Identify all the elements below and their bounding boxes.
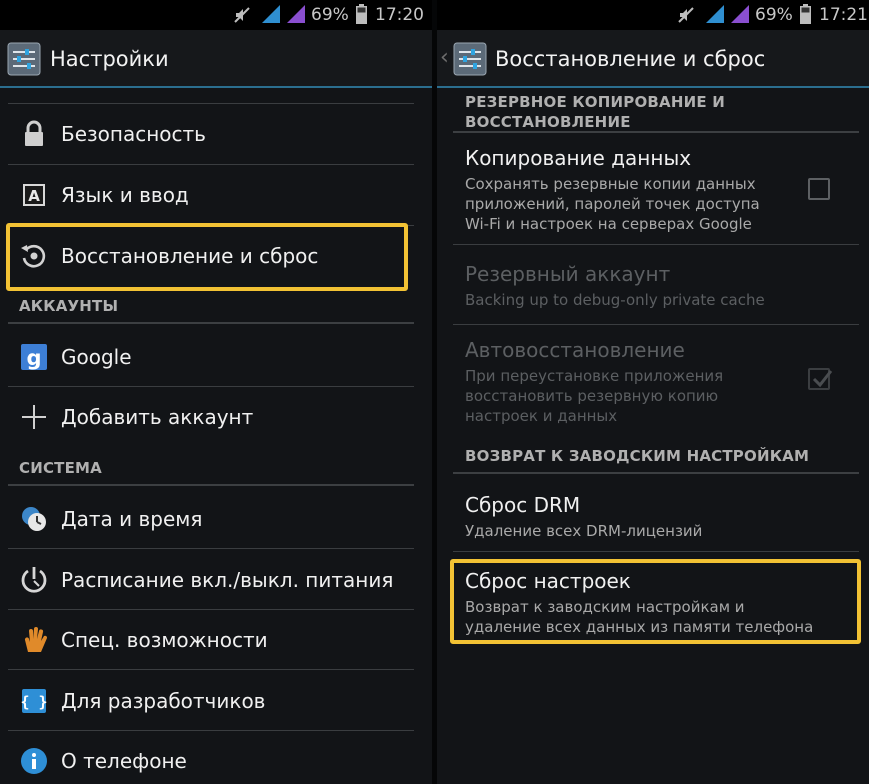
pref-title: Сброс DRM [465,493,581,517]
battery-icon [800,4,811,24]
pref-summary: Удаление всех DRM-лицензий [465,522,703,540]
section-header-backup: РЕЗЕРВНОЕ КОПИРОВАНИЕ И ВОССТАНОВЛЕНИЕ [465,92,725,132]
section-divider [453,472,859,474]
mute-icon [234,7,250,23]
section-header-accounts: АККАУНТЫ [19,297,119,315]
status-bar: 69% 17:20 [0,0,432,30]
menu-item-label: Язык и ввод [61,183,189,207]
signal-icon-sim1 [706,5,724,23]
summary-line: Сохранять резервные копии данных [465,175,756,193]
settings-app-icon[interactable] [7,42,41,76]
action-bar: ‹ Восстановление и сброс [437,30,869,88]
divider [8,609,414,610]
status-bar: 69% 17:21 [437,0,869,30]
battery-percent: 69% [311,5,349,25]
mute-icon [678,7,694,23]
auto-restore-checkbox [808,368,833,390]
menu-item-label: Безопасность [61,122,206,146]
divider [8,548,414,549]
battery-percent: 69% [755,5,793,25]
settings-app-icon[interactable] [453,42,487,76]
divider [8,386,414,387]
divider [453,244,859,245]
divider [453,324,859,325]
clock: 17:21 [819,5,868,25]
pref-summary: Сохранять резервные копии данных приложе… [465,174,760,234]
copy-data-checkbox[interactable] [808,178,830,200]
clock: 17:20 [375,5,424,25]
summary-line: Wi-Fi и настроек на серверах Google [465,215,752,233]
menu-item-label: Google [61,345,132,369]
clock-icon [22,507,46,531]
settings-screen: 69% 17:20 Настройки Безопасность A Язык … [0,0,432,784]
back-button[interactable]: ‹ [440,45,449,71]
backup-reset-screen: 69% 17:21 ‹ Восстановление и сброс РЕЗЕР… [437,0,869,784]
divider [453,551,859,552]
divider [8,103,414,104]
svg-text:A: A [28,187,40,205]
section-header-system: СИСТЕМА [19,459,102,477]
svg-text:g: g [26,346,41,370]
section-header-factory-reset: ВОЗВРАТ К ЗАВОДСКИМ НАСТРОЙКАМ [465,447,810,465]
summary-line: При переустановке приложения [465,367,724,385]
section-divider [8,322,414,324]
divider [8,669,414,670]
braces-icon: { } [20,689,48,713]
menu-item-label: Расписание вкл./выкл. питания [61,568,394,592]
section-header-line: ВОССТАНОВЛЕНИЕ [465,113,631,131]
pref-title: Резервный аккаунт [465,262,671,286]
power-schedule-icon [21,567,47,593]
pref-summary: При переустановке приложения восстановит… [465,366,723,426]
section-divider [453,131,859,133]
menu-item-label: Добавить аккаунт [61,405,254,429]
signal-icon-sim2 [287,5,305,23]
pref-title: Копирование данных [465,146,692,170]
keyboard-a-icon: A [23,184,45,206]
divider [8,164,414,165]
battery-icon [356,4,367,24]
summary-line: восстановить резервную копию [465,387,719,405]
pref-summary: Backing up to debug-only private cache [465,291,765,309]
signal-icon-sim2 [731,5,749,23]
info-icon [21,748,47,774]
hand-icon [24,627,48,652]
menu-item-label: О телефоне [61,749,187,773]
pref-title: Автовосстановление [465,338,685,362]
menu-item-label: Спец. возможности [61,628,268,652]
signal-icon-sim1 [262,5,280,23]
action-bar: Настройки [0,30,432,88]
svg-text:{ }: { } [20,693,47,711]
lock-icon [25,120,43,146]
section-header-line: РЕЗЕРВНОЕ КОПИРОВАНИЕ И [465,93,725,111]
google-g-icon: g [21,344,47,370]
summary-line: настроек и данных [465,407,618,425]
plus-icon [22,405,46,429]
menu-item-label: Дата и время [61,507,203,531]
menu-item-label: Для разработчиков [61,689,266,713]
page-title: Настройки [50,47,169,71]
checkmark-icon [812,370,833,388]
highlight-frame [450,559,861,644]
divider [8,730,414,731]
highlight-frame [6,223,408,291]
page-title: Восстановление и сброс [495,47,766,71]
summary-line: приложений, паролей точек доступа [465,195,760,213]
section-divider [8,484,414,486]
